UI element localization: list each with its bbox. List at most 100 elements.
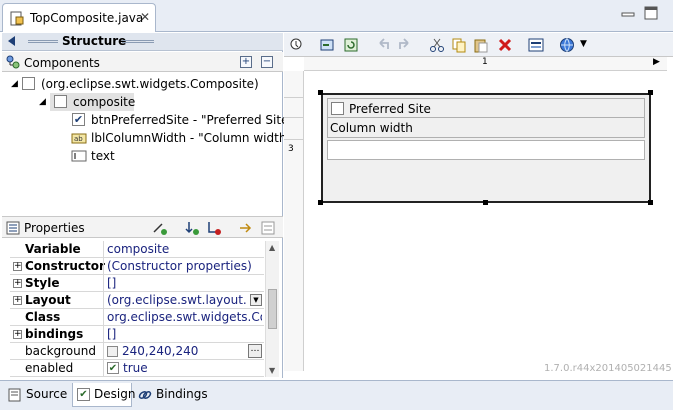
grip-left <box>28 40 58 43</box>
property-row[interactable]: + bindings [] <box>10 326 264 343</box>
property-value[interactable]: 240,240,240 <box>122 344 242 358</box>
tab-label: Bindings <box>156 387 208 401</box>
scroll-up-icon[interactable]: ▲ <box>269 243 275 252</box>
add-component-icon[interactable] <box>319 37 335 53</box>
label-icon: ab <box>71 133 87 144</box>
expand-all-icon[interactable]: + <box>240 56 252 68</box>
tab-bindings[interactable]: Bindings <box>136 383 210 407</box>
property-name: background <box>25 344 96 358</box>
property-row[interactable]: + Constructor (Constructor properties) <box>10 258 264 275</box>
goto-definition-icon[interactable] <box>184 220 200 236</box>
property-row[interactable]: background 240,240,240 … <box>10 343 264 360</box>
resize-handle[interactable] <box>318 90 323 95</box>
tree-collapse-icon[interactable]: ◢ <box>39 97 46 107</box>
more-button[interactable]: … <box>248 344 262 358</box>
expand-icon[interactable]: + <box>13 296 22 305</box>
ruler-left-label: 3 <box>288 144 294 154</box>
tab-source[interactable]: Source <box>6 383 70 407</box>
property-row[interactable]: Variable composite <box>10 241 264 258</box>
collapse-left-icon[interactable] <box>8 36 15 46</box>
tree-item-label: lblColumnWidth - "Column width" <box>91 131 292 145</box>
resize-handle[interactable] <box>318 200 323 205</box>
property-row[interactable]: + Style [] <box>10 275 264 292</box>
tree-item-text[interactable]: text <box>70 147 280 165</box>
editor-tab[interactable]: TopComposite.java ✕ <box>2 3 156 32</box>
property-value[interactable]: composite <box>107 242 262 256</box>
dropdown-icon[interactable]: ▼ <box>250 294 262 306</box>
close-icon[interactable]: ✕ <box>140 10 150 24</box>
undo-icon[interactable] <box>376 37 392 53</box>
expand-icon[interactable]: + <box>13 279 22 288</box>
test-gui-icon[interactable] <box>288 37 304 53</box>
property-row[interactable]: Class org.eclipse.swt.widgets.Co... <box>10 309 264 326</box>
ruler-line <box>284 117 304 118</box>
cut-icon[interactable] <box>429 37 445 53</box>
copy-icon[interactable] <box>451 37 467 53</box>
components-icon <box>6 55 20 69</box>
property-value[interactable]: [] <box>107 276 262 290</box>
properties-view-icon[interactable] <box>528 37 544 53</box>
source-icon <box>8 388 21 402</box>
property-row[interactable]: enabled true ✔ <box>10 360 264 377</box>
design-icon: ✔ <box>77 388 90 401</box>
scroll-down-icon[interactable]: ▼ <box>269 366 275 375</box>
properties-menu-icon[interactable] <box>260 220 276 236</box>
version-label: 1.7.0.r44x201405021445 <box>544 363 672 374</box>
scroll-thumb[interactable] <box>268 289 277 329</box>
column-divider <box>103 241 104 258</box>
tree-item-checkbox-checked: ✔ <box>72 113 85 126</box>
delete-icon[interactable] <box>497 37 513 53</box>
show-events-icon[interactable] <box>152 220 168 236</box>
maximize-icon[interactable] <box>644 6 658 20</box>
property-name: bindings <box>25 327 84 341</box>
refresh-icon[interactable] <box>343 37 359 53</box>
globe-icon[interactable] <box>559 37 575 53</box>
minimize-icon[interactable] <box>621 8 635 20</box>
property-row[interactable]: +Layout (org.eclipse.swt.layout.G...▼ <box>10 292 264 309</box>
grip-right <box>122 40 154 43</box>
components-header: Components + − <box>2 52 283 72</box>
tree-item-label: (org.eclipse.swt.widgets.Composite) <box>41 77 259 91</box>
collapse-all-icon[interactable]: − <box>261 56 273 68</box>
properties-header: Properties <box>2 216 283 238</box>
ruler-top: 1 ▶ <box>304 57 667 71</box>
tree-item-composite[interactable]: ◢ composite <box>39 93 135 111</box>
column-divider <box>103 275 104 292</box>
tree-item-btnpreferredsite[interactable]: ✔ btnPreferredSite - "Preferred Site" <box>70 111 294 129</box>
property-value[interactable]: true <box>123 361 264 375</box>
resize-handle[interactable] <box>648 200 653 205</box>
ruler-top-label: 1 <box>482 57 488 67</box>
composite-frame[interactable]: Preferred Site Column width <box>321 93 651 203</box>
resize-handle[interactable] <box>483 200 488 205</box>
chevron-down-icon[interactable]: ▼ <box>580 39 587 49</box>
expand-icon[interactable]: + <box>13 262 22 271</box>
convert-local-icon[interactable] <box>206 220 222 236</box>
show-advanced-icon[interactable] <box>238 220 254 236</box>
tree-item-root[interactable]: ◢ (org.eclipse.swt.widgets.Composite) <box>2 75 283 93</box>
resize-handle[interactable] <box>648 90 653 95</box>
left-panel: Structure Components + − ◢ (org.eclipse.… <box>2 33 294 378</box>
bindings-icon <box>138 391 152 399</box>
redo-icon[interactable] <box>396 37 412 53</box>
column-divider <box>103 292 104 309</box>
tree-collapse-icon[interactable]: ◢ <box>11 79 18 89</box>
property-value[interactable]: (Constructor properties) <box>107 259 262 273</box>
column-width-label: Column width <box>330 121 413 135</box>
ruler-left: 3 <box>284 71 304 371</box>
property-value[interactable]: [] <box>107 327 262 341</box>
property-value[interactable]: (org.eclipse.swt.layout.G... <box>107 293 247 307</box>
property-value[interactable]: org.eclipse.swt.widgets.Co... <box>107 310 262 324</box>
paste-icon[interactable] <box>473 37 489 53</box>
expand-icon[interactable]: + <box>13 330 22 339</box>
tree-item-label: btnPreferredSite - "Preferred Site" <box>91 113 294 127</box>
preferred-site-checkbox[interactable] <box>331 102 344 115</box>
enabled-checkbox[interactable]: ✔ <box>107 362 119 374</box>
text-input[interactable] <box>327 140 645 160</box>
tab-design[interactable]: ✔ Design <box>72 383 135 407</box>
tree-item-lblcolumnwidth[interactable]: ab lblColumnWidth - "Column width" <box>70 129 292 147</box>
properties-table: Variable composite + Constructor (Constructo… <box>10 241 264 377</box>
column-width-row: Column width <box>327 118 645 138</box>
properties-icon <box>6 221 20 235</box>
property-name: Layout <box>25 293 71 307</box>
properties-scrollbar[interactable]: ▲ ▼ <box>265 241 279 377</box>
